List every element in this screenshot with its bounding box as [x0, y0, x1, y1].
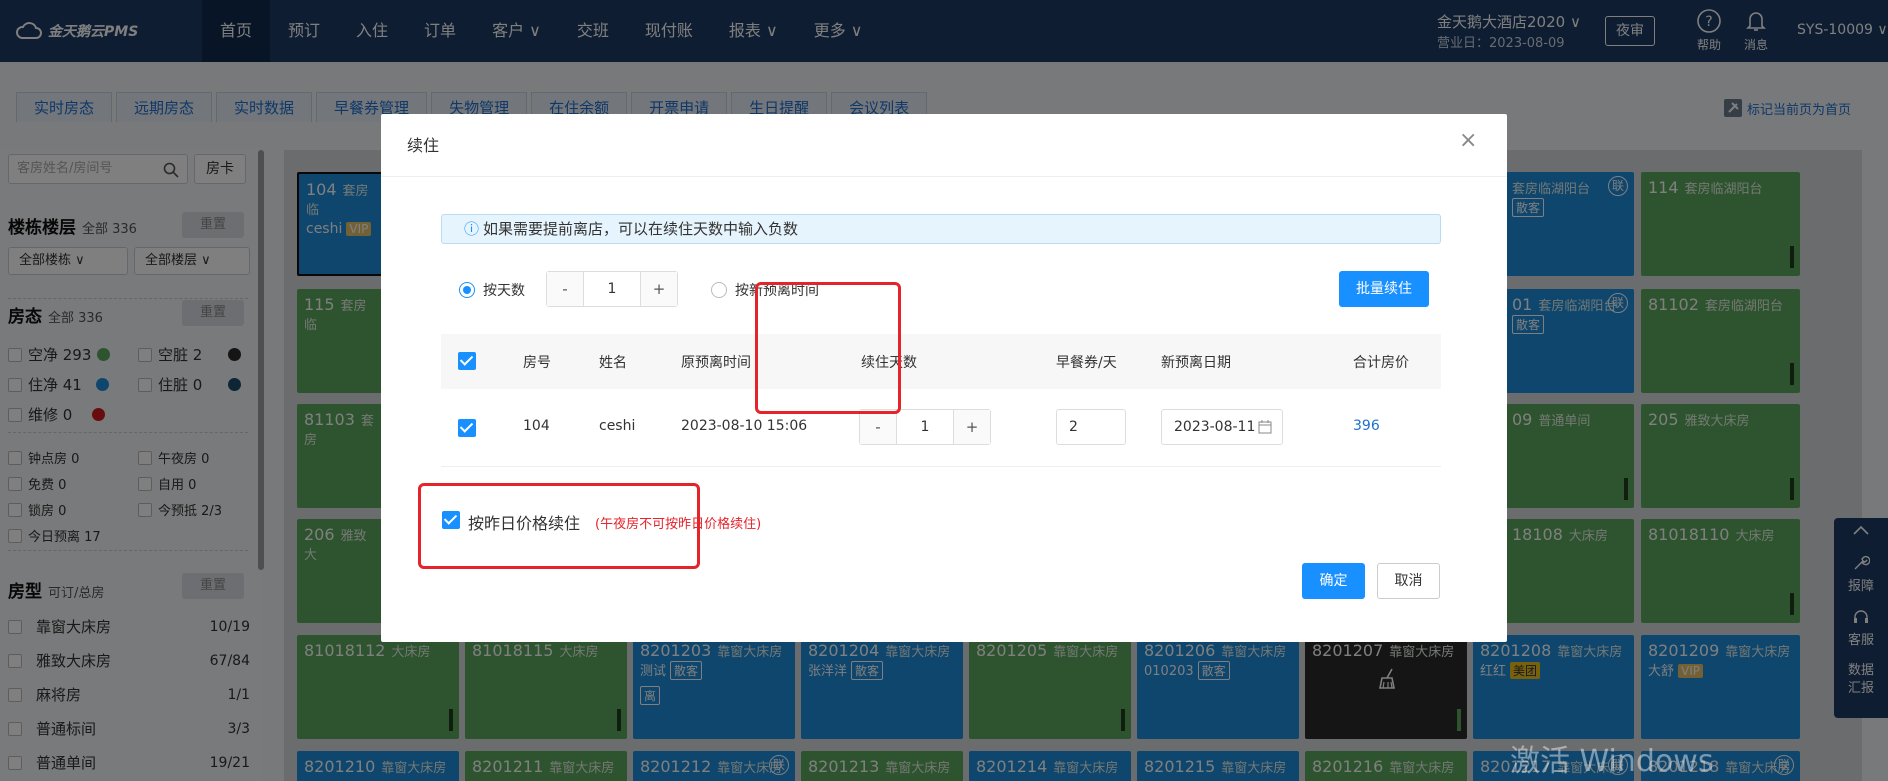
days-stepper[interactable]: - 1 +	[546, 271, 678, 307]
increment-button[interactable]: +	[954, 410, 990, 444]
info-notice: ⓘ 如果需要提前离店，可以在续住天数中输入负数	[441, 214, 1441, 244]
select-all-checkbox[interactable]	[458, 352, 476, 370]
table-header: 房号 姓名 原预离时间 续住天数 早餐券/天 新预离日期 合计房价	[441, 334, 1441, 389]
mode-by-days-radio[interactable]: 按天数	[459, 280, 525, 300]
column-header: 新预离日期	[1161, 355, 1231, 371]
radio-icon[interactable]	[459, 282, 475, 298]
highlight-box	[418, 483, 700, 569]
breakfast-input[interactable]: 2	[1056, 409, 1126, 445]
row-days-input[interactable]: 1	[896, 410, 954, 444]
divider	[381, 176, 1507, 177]
new-departure-date-picker[interactable]: 2023-08-11	[1161, 409, 1283, 445]
column-header: 房号	[523, 355, 551, 371]
increment-button[interactable]: +	[641, 272, 677, 306]
close-icon[interactable]: ×	[1459, 128, 1477, 153]
row-checkbox[interactable]	[458, 419, 476, 437]
batch-extend-button[interactable]: 批量续住	[1339, 271, 1429, 307]
radio-icon[interactable]	[711, 282, 727, 298]
room-number-cell: 104	[523, 418, 550, 434]
dialog-title: 续住	[407, 136, 440, 155]
column-header: 早餐券/天	[1056, 355, 1117, 371]
calendar-icon	[1258, 420, 1272, 434]
column-header: 姓名	[599, 355, 627, 371]
highlight-box	[755, 282, 901, 414]
windows-activation-watermark: 激活 Windows	[1510, 744, 1714, 779]
cancel-button[interactable]: 取消	[1377, 563, 1440, 599]
table-row: 104 ceshi 2023-08-10 15:06 - 1 + 2 2023-…	[441, 389, 1441, 467]
date-value: 2023-08-11	[1174, 419, 1256, 435]
total-price-cell[interactable]: 396	[1353, 418, 1380, 434]
row-days-stepper[interactable]: - 1 +	[859, 409, 991, 445]
days-input[interactable]: 1	[583, 272, 641, 306]
extend-stay-dialog: 续住 × ⓘ 如果需要提前离店，可以在续住天数中输入负数 按天数 - 1 + 按新…	[381, 114, 1507, 642]
column-header: 合计房价	[1353, 355, 1409, 371]
confirm-button[interactable]: 确定	[1302, 563, 1365, 599]
info-icon: ⓘ	[464, 220, 480, 238]
original-departure-cell: 2023-08-10 15:06	[681, 418, 808, 434]
column-header: 原预离时间	[681, 355, 751, 371]
radio-label: 按天数	[483, 283, 525, 299]
notice-text: 如果需要提前离店，可以在续住天数中输入负数	[483, 220, 799, 238]
decrement-button[interactable]: -	[860, 410, 896, 444]
guest-name-cell: ceshi	[599, 418, 636, 434]
decrement-button[interactable]: -	[547, 272, 583, 306]
